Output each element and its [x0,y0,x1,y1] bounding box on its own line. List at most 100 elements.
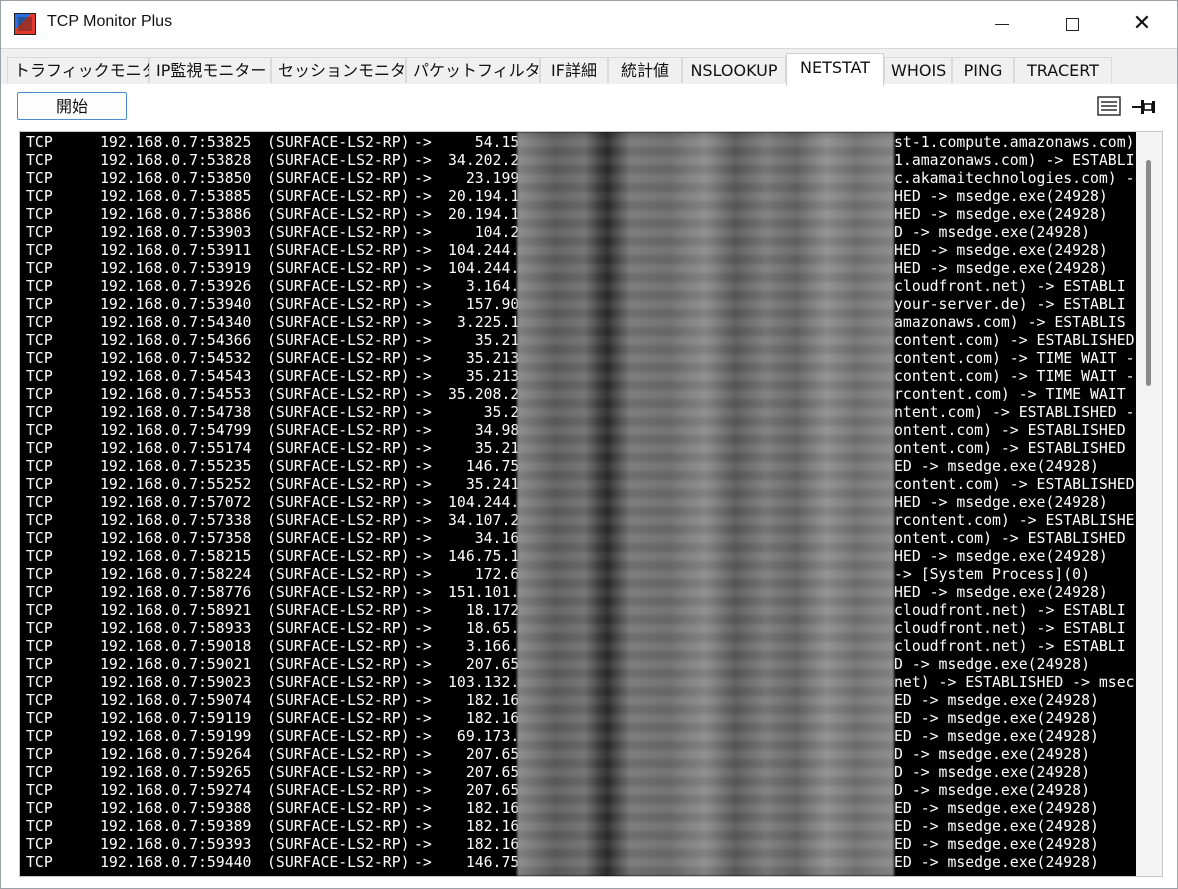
app-window: TCP Monitor Plus ✕ トラフィックモニター IP監視モニター セ… [0,0,1178,889]
scrollbar-thumb[interactable] [1146,160,1151,386]
row-local-address: 192.168.0.7:53926 [100,278,252,295]
row-protocol: TCP [26,854,53,871]
maximize-button[interactable] [1037,1,1107,47]
row-remote-tail: content.com) -> ESTABLISHED [894,476,1135,493]
tab-if-detail[interactable]: IF詳細 [540,57,608,83]
row-protocol: TCP [26,440,53,457]
tab-traffic-monitor[interactable]: トラフィックモニター [7,57,174,83]
row-arrow: -> [414,368,432,385]
row-remote-tail: cloudfront.net) -> ESTABLI [894,602,1126,619]
row-arrow: -> [414,134,432,151]
tab-session-monitor[interactable]: セッションモニター [271,57,422,83]
row-local-host: (SURFACE-LS2-RP) [267,350,410,367]
row-protocol: TCP [26,764,53,781]
row-arrow: -> [414,386,432,403]
row-arrow: -> [414,170,432,187]
row-local-host: (SURFACE-LS2-RP) [267,422,410,439]
row-local-address: 192.168.0.7:57338 [100,512,252,529]
row-local-address: 192.168.0.7:58215 [100,548,252,565]
row-arrow: -> [414,764,432,781]
row-remote-tail: ED -> msedge.exe(24928) [894,818,1099,835]
row-local-address: 192.168.0.7:53940 [100,296,252,313]
row-local-address: 192.168.0.7:53911 [100,242,252,259]
row-arrow: -> [414,188,432,205]
row-protocol: TCP [26,836,53,853]
row-local-address: 192.168.0.7:59018 [100,638,252,655]
row-local-address: 192.168.0.7:59074 [100,692,252,709]
minimize-button[interactable] [967,1,1037,47]
row-protocol: TCP [26,170,53,187]
tab-tracert[interactable]: TRACERT [1014,57,1112,83]
row-local-host: (SURFACE-LS2-RP) [267,548,410,565]
row-arrow: -> [414,710,432,727]
row-remote-tail: ED -> msedge.exe(24928) [894,836,1099,853]
row-remote-tail: HED -> msedge.exe(24928) [894,242,1108,259]
row-remote-partial: 103.132. [448,674,520,691]
row-local-host: (SURFACE-LS2-RP) [267,728,410,745]
row-arrow: -> [414,458,432,475]
row-protocol: TCP [26,458,53,475]
row-local-address: 192.168.0.7:59440 [100,854,252,871]
tab-ping[interactable]: PING [952,57,1014,83]
row-remote-partial: 3.166. [448,638,520,655]
row-remote-partial: 104.244. [448,494,520,511]
row-local-address: 192.168.0.7:54738 [100,404,252,421]
row-local-address: 192.168.0.7:59199 [100,728,252,745]
row-protocol: TCP [26,422,53,439]
row-protocol: TCP [26,782,53,799]
row-remote-partial: 207.65 [448,746,520,763]
row-remote-tail: content.com) -> ESTABLISHED [894,332,1135,349]
close-icon: ✕ [1132,11,1152,36]
row-protocol: TCP [26,368,53,385]
row-remote-partial: 207.65 [448,764,520,781]
row-local-address: 192.168.0.7:59021 [100,656,252,673]
redacted-region [517,132,894,876]
row-arrow: -> [414,800,432,817]
row-remote-partial: 207.65 [448,782,520,799]
list-icon[interactable] [1097,96,1121,116]
row-protocol: TCP [26,296,53,313]
row-local-address: 192.168.0.7:58776 [100,584,252,601]
tab-nslookup[interactable]: NSLOOKUP [682,57,786,83]
row-local-host: (SURFACE-LS2-RP) [267,134,410,151]
row-remote-tail: D -> msedge.exe(24928) [894,656,1090,673]
row-local-address: 192.168.0.7:59023 [100,674,252,691]
row-arrow: -> [414,854,432,871]
tab-whois[interactable]: WHOIS [884,57,952,83]
tab-packet-filter[interactable]: パケットフィルター [406,57,557,83]
row-local-address: 192.168.0.7:59119 [100,710,252,727]
row-remote-partial: 207.65 [448,656,520,673]
row-local-host: (SURFACE-LS2-RP) [267,656,410,673]
row-protocol: TCP [26,188,53,205]
row-remote-partial: 20.194.1 [448,206,520,223]
row-remote-tail: cloudfront.net) -> ESTABLI [894,638,1126,655]
row-protocol: TCP [26,206,53,223]
row-protocol: TCP [26,350,53,367]
row-protocol: TCP [26,620,53,637]
pin-icon[interactable] [1132,96,1156,116]
tab-statistics[interactable]: 統計値 [608,57,682,83]
row-local-host: (SURFACE-LS2-RP) [267,494,410,511]
row-protocol: TCP [26,530,53,547]
netstat-panel: 開始 TCP 192.168.0.7:53825 (SURFACE-LS2-RP) … [1,84,1177,888]
row-arrow: -> [414,350,432,367]
vertical-scrollbar[interactable] [1136,132,1162,876]
row-local-address: 192.168.0.7:54553 [100,386,252,403]
row-remote-tail: HED -> msedge.exe(24928) [894,206,1108,223]
tab-netstat[interactable]: NETSTAT [786,53,884,86]
row-arrow: -> [414,548,432,565]
tab-ip-monitor[interactable]: IP監視モニター [149,57,271,83]
row-local-host: (SURFACE-LS2-RP) [267,836,410,853]
row-local-host: (SURFACE-LS2-RP) [267,746,410,763]
row-local-address: 192.168.0.7:55252 [100,476,252,493]
row-local-address: 192.168.0.7:55235 [100,458,252,475]
row-protocol: TCP [26,584,53,601]
row-arrow: -> [414,818,432,835]
netstat-output[interactable]: TCP 192.168.0.7:53825 (SURFACE-LS2-RP) 54.… [19,131,1163,877]
row-arrow: -> [414,656,432,673]
row-local-host: (SURFACE-LS2-RP) [267,368,410,385]
title-bar[interactable]: TCP Monitor Plus ✕ [1,1,1177,47]
row-local-host: (SURFACE-LS2-RP) [267,332,410,349]
start-button[interactable]: 開始 [17,92,127,120]
close-button[interactable]: ✕ [1107,1,1177,47]
